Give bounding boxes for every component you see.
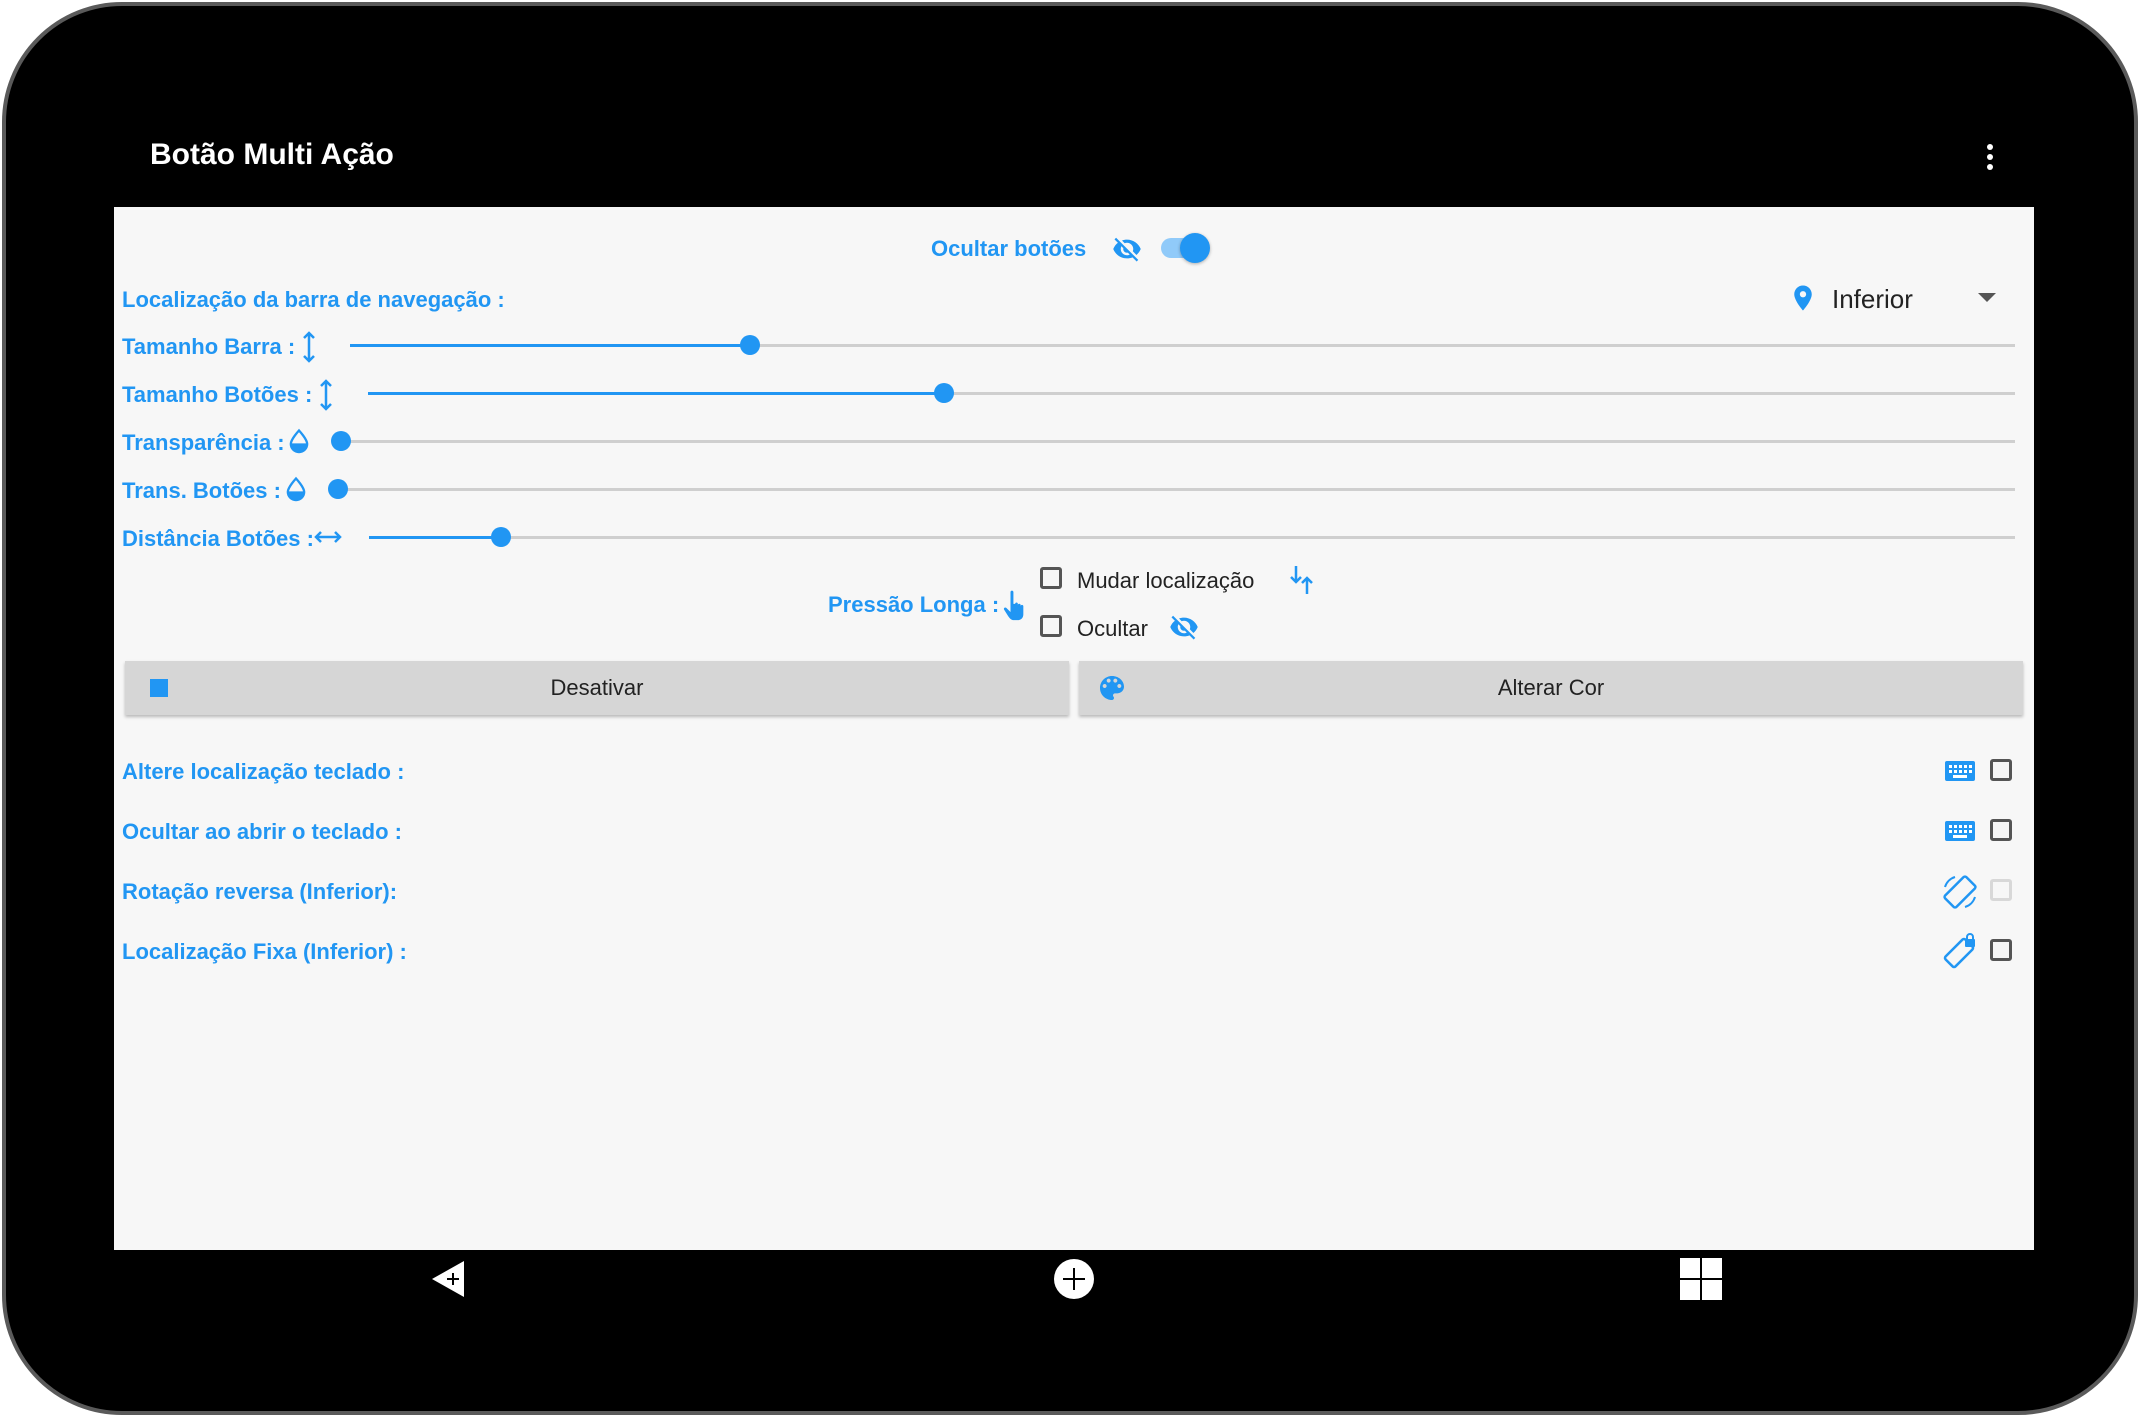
opacity-drop-icon xyxy=(289,428,309,454)
fixed-location-label: Localização Fixa (Inferior) : xyxy=(122,939,407,964)
visibility-off-icon xyxy=(1113,237,1141,262)
back-icon[interactable] xyxy=(430,1258,470,1300)
buttons-distance-slider[interactable] xyxy=(369,527,2015,547)
navbar-location-label: Localização da barra de navegação : xyxy=(122,287,505,312)
hide-on-keyboard-label: Ocultar ao abrir o teclado : xyxy=(122,819,402,844)
screen-rotation-icon xyxy=(1943,875,1977,909)
dropdown-arrow-icon xyxy=(1978,293,1996,302)
reverse-rotation-label: Rotação reversa (Inferior): xyxy=(122,879,398,904)
buttons-size-label: Tamanho Botões : xyxy=(122,382,313,407)
keyboard-location-checkbox[interactable] xyxy=(1990,759,2012,781)
home-icon[interactable] xyxy=(1053,1258,1095,1300)
swap-vertical-icon xyxy=(1290,566,1313,594)
stop-icon xyxy=(150,679,168,697)
fixed-location-checkbox[interactable] xyxy=(1990,939,2012,961)
bar-size-label: Tamanho Barra : xyxy=(122,334,296,359)
change-color-button-label: Alterar Cor xyxy=(1497,675,1605,700)
buttons-size-slider[interactable] xyxy=(368,383,2015,403)
transparency-label: Transparência : xyxy=(122,430,285,455)
navbar-location-value: Inferior xyxy=(1832,284,1913,314)
overflow-menu-icon[interactable] xyxy=(1980,144,2000,176)
transparency-slider[interactable] xyxy=(331,431,2015,451)
hide-buttons-label: Ocultar botões xyxy=(931,236,1087,261)
app-title: Botão Multi Ação xyxy=(150,138,394,171)
disable-button-label: Desativar xyxy=(550,675,644,700)
disable-button[interactable]: Desativar xyxy=(125,661,1069,715)
buttons-distance-label: Distância Botões : xyxy=(122,526,314,551)
navigation-bar xyxy=(114,1250,2034,1314)
vertical-resize-icon xyxy=(303,331,315,363)
buttons-transparency-label: Trans. Botões : xyxy=(122,478,281,503)
change-location-checkbox[interactable] xyxy=(1040,567,1062,589)
bar-size-slider[interactable] xyxy=(350,335,2015,355)
change-color-button[interactable]: Alterar Cor xyxy=(1079,661,2023,715)
location-pin-icon xyxy=(1794,285,1812,311)
visibility-off-icon xyxy=(1170,615,1198,640)
opacity-drop-icon xyxy=(286,476,306,502)
hide-checkbox[interactable] xyxy=(1040,615,1062,637)
recent-apps-icon[interactable] xyxy=(1680,1258,1722,1300)
touch-icon xyxy=(1003,590,1024,621)
keyboard-icon xyxy=(1945,761,1975,781)
hide-on-keyboard-checkbox[interactable] xyxy=(1990,819,2012,841)
vertical-resize-icon xyxy=(320,379,332,411)
long-press-label: Pressão Longa : xyxy=(828,592,1000,617)
reverse-rotation-checkbox[interactable] xyxy=(1990,879,2012,901)
screen-lock-rotation-icon xyxy=(1943,933,1975,969)
hide-label: Ocultar xyxy=(1077,616,1148,641)
horizontal-resize-icon xyxy=(314,531,342,543)
keyboard-location-label: Altere localização teclado : xyxy=(122,759,405,784)
buttons-transparency-slider[interactable] xyxy=(328,479,2015,499)
palette-icon xyxy=(1100,676,1124,700)
keyboard-icon xyxy=(1945,821,1975,841)
settings-screen: Ocultar botões Localização da barra de n… xyxy=(114,207,2034,1250)
change-location-label: Mudar localização xyxy=(1077,568,1255,593)
